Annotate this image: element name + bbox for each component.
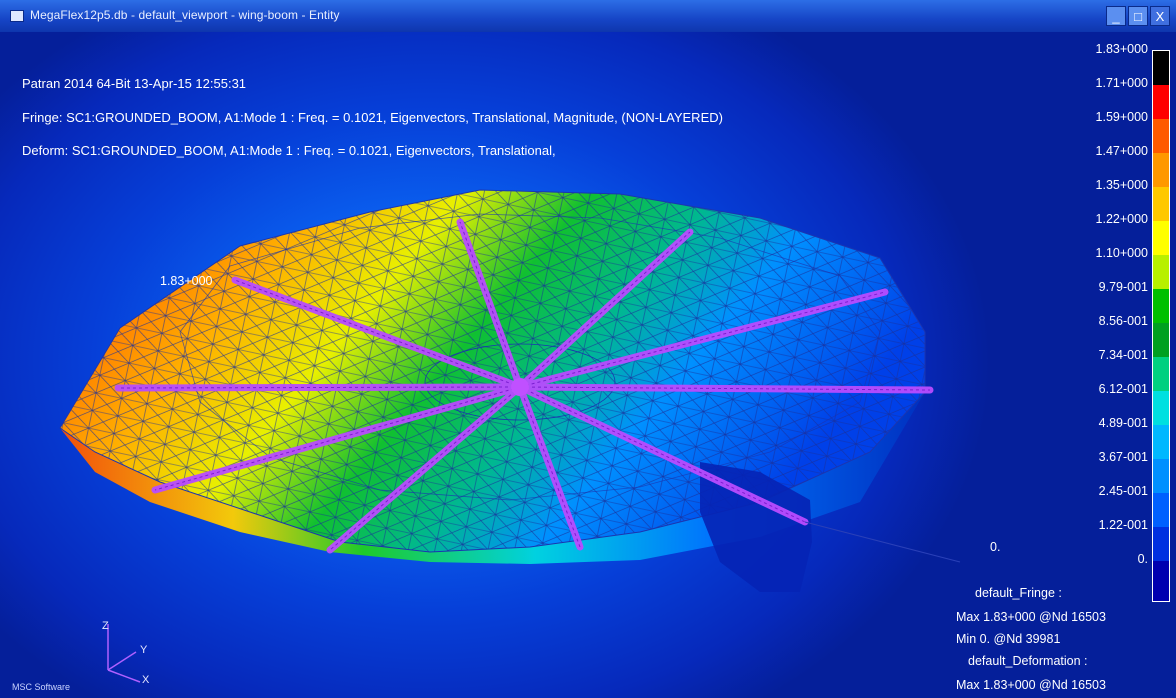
msc-software-logo: MSC Software [12,682,71,692]
legend-tick: 9.79-001 [1098,280,1148,294]
legend-tick: 8.56-001 [1098,314,1148,328]
deform-max-stat: Max 1.83+000 @Nd 16503 [956,678,1106,692]
axis-label-x: X [142,674,150,686]
legend-tick: 3.67-001 [1098,450,1148,464]
legend-tick: 4.89-001 [1098,416,1148,430]
legend-tick: 1.10+000 [1095,246,1148,260]
legend-swatch [1153,119,1169,153]
window-icon[interactable] [10,10,24,22]
legend-swatch [1153,85,1169,119]
legend-swatch [1153,357,1169,391]
legend-swatch [1153,527,1169,561]
legend-swatch [1153,459,1169,493]
legend-swatch [1153,51,1169,85]
legend-tick: 1.71+000 [1095,76,1148,90]
legend-tick: 7.34-001 [1098,348,1148,362]
legend-swatch [1153,561,1169,601]
window-title: MegaFlex12p5.db - default_viewport - win… [30,8,340,22]
application-window: MegaFlex12p5.db - default_viewport - win… [0,0,1176,698]
legend-swatch [1153,425,1169,459]
title-bar[interactable]: MegaFlex12p5.db - default_viewport - win… [0,0,1176,33]
axis-triad-icon [107,624,141,683]
legend-tick: 0. [1137,552,1148,566]
legend-tick: 1.22+000 [1095,212,1148,226]
maximize-button[interactable]: □ [1128,6,1148,26]
minimize-button[interactable]: _ [1106,6,1126,26]
fringe-max-stat: Max 1.83+000 @Nd 16503 [956,610,1106,624]
axis-label-y: Y [140,644,148,656]
legend-swatch [1153,255,1169,289]
legend-tick: 2.45-001 [1098,484,1148,498]
fringe-min-stat: Min 0. @Nd 39981 [956,632,1061,646]
legend-tick: 1.35+000 [1095,178,1148,192]
legend-tick: 1.22-001 [1098,518,1148,532]
legend-swatch [1153,289,1169,323]
fringe-legend-bar [1152,50,1170,602]
legend-swatch [1153,221,1169,255]
legend-swatch [1153,323,1169,357]
deform-stats-title: default_Deformation : [968,654,1088,668]
max-value-marker: 1.83+000 [160,274,213,288]
min-value-marker: 0. [990,540,1001,554]
axis-label-z: Z [102,620,109,632]
legend-swatch [1153,391,1169,425]
legend-swatch [1153,153,1169,187]
legend-tick: 6.12-001 [1098,382,1148,396]
close-button[interactable]: X [1150,6,1170,26]
legend-tick: 1.83+000 [1095,42,1148,56]
legend-tick: 1.47+000 [1095,144,1148,158]
legend-tick: 1.59+000 [1095,110,1148,124]
graphics-viewport[interactable]: Patran 2014 64-Bit 13-Apr-15 12:55:31 Fr… [0,32,1176,698]
legend-swatch [1153,493,1169,527]
fringe-stats-title: default_Fringe : [975,586,1062,600]
legend-swatch [1153,187,1169,221]
